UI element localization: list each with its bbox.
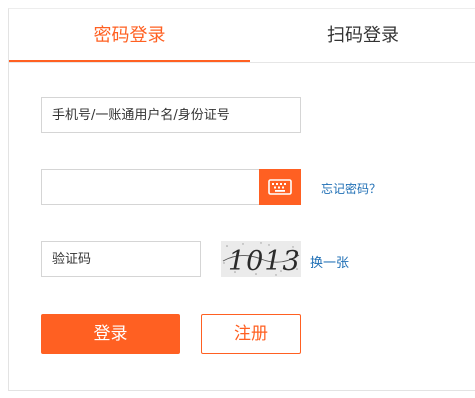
keyboard-icon (268, 179, 292, 195)
password-input[interactable] (41, 169, 259, 205)
active-tab-indicator (9, 60, 250, 62)
virtual-keyboard-button[interactable] (259, 169, 301, 205)
login-tabs: 密码登录 扫码登录 (9, 9, 475, 63)
tab-password-login[interactable]: 密码登录 (9, 9, 250, 62)
register-button[interactable]: 注册 (201, 314, 301, 354)
tab-qr-login[interactable]: 扫码登录 (250, 9, 475, 62)
username-input[interactable] (41, 97, 301, 133)
captcha-image[interactable]: 1013 (221, 241, 301, 277)
refresh-captcha-link[interactable]: 换一张 (310, 252, 349, 271)
login-button[interactable]: 登录 (41, 314, 180, 354)
captcha-text: 1013 (228, 246, 301, 277)
forgot-password-link[interactable]: 忘记密码？ (321, 180, 381, 197)
captcha-input[interactable] (41, 241, 201, 277)
login-panel: 密码登录 扫码登录 忘记密码？ (8, 8, 475, 391)
